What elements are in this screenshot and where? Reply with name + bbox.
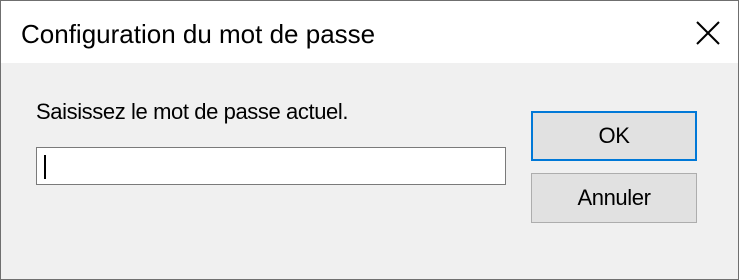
close-icon [696, 21, 720, 45]
close-button[interactable] [682, 1, 738, 63]
dialog-title: Configuration du mot de passe [21, 19, 376, 49]
current-password-input[interactable] [36, 147, 506, 185]
password-dialog: Configuration du mot de passe Saisissez … [0, 0, 739, 280]
title-bar: Configuration du mot de passe [1, 1, 738, 63]
ok-button-label: OK [598, 123, 630, 148]
password-prompt-label: Saisissez le mot de passe actuel. [36, 99, 349, 124]
text-caret [44, 155, 46, 179]
cancel-button-label: Annuler [577, 185, 651, 210]
ok-button[interactable]: OK [531, 111, 697, 161]
cancel-button[interactable]: Annuler [531, 173, 697, 223]
